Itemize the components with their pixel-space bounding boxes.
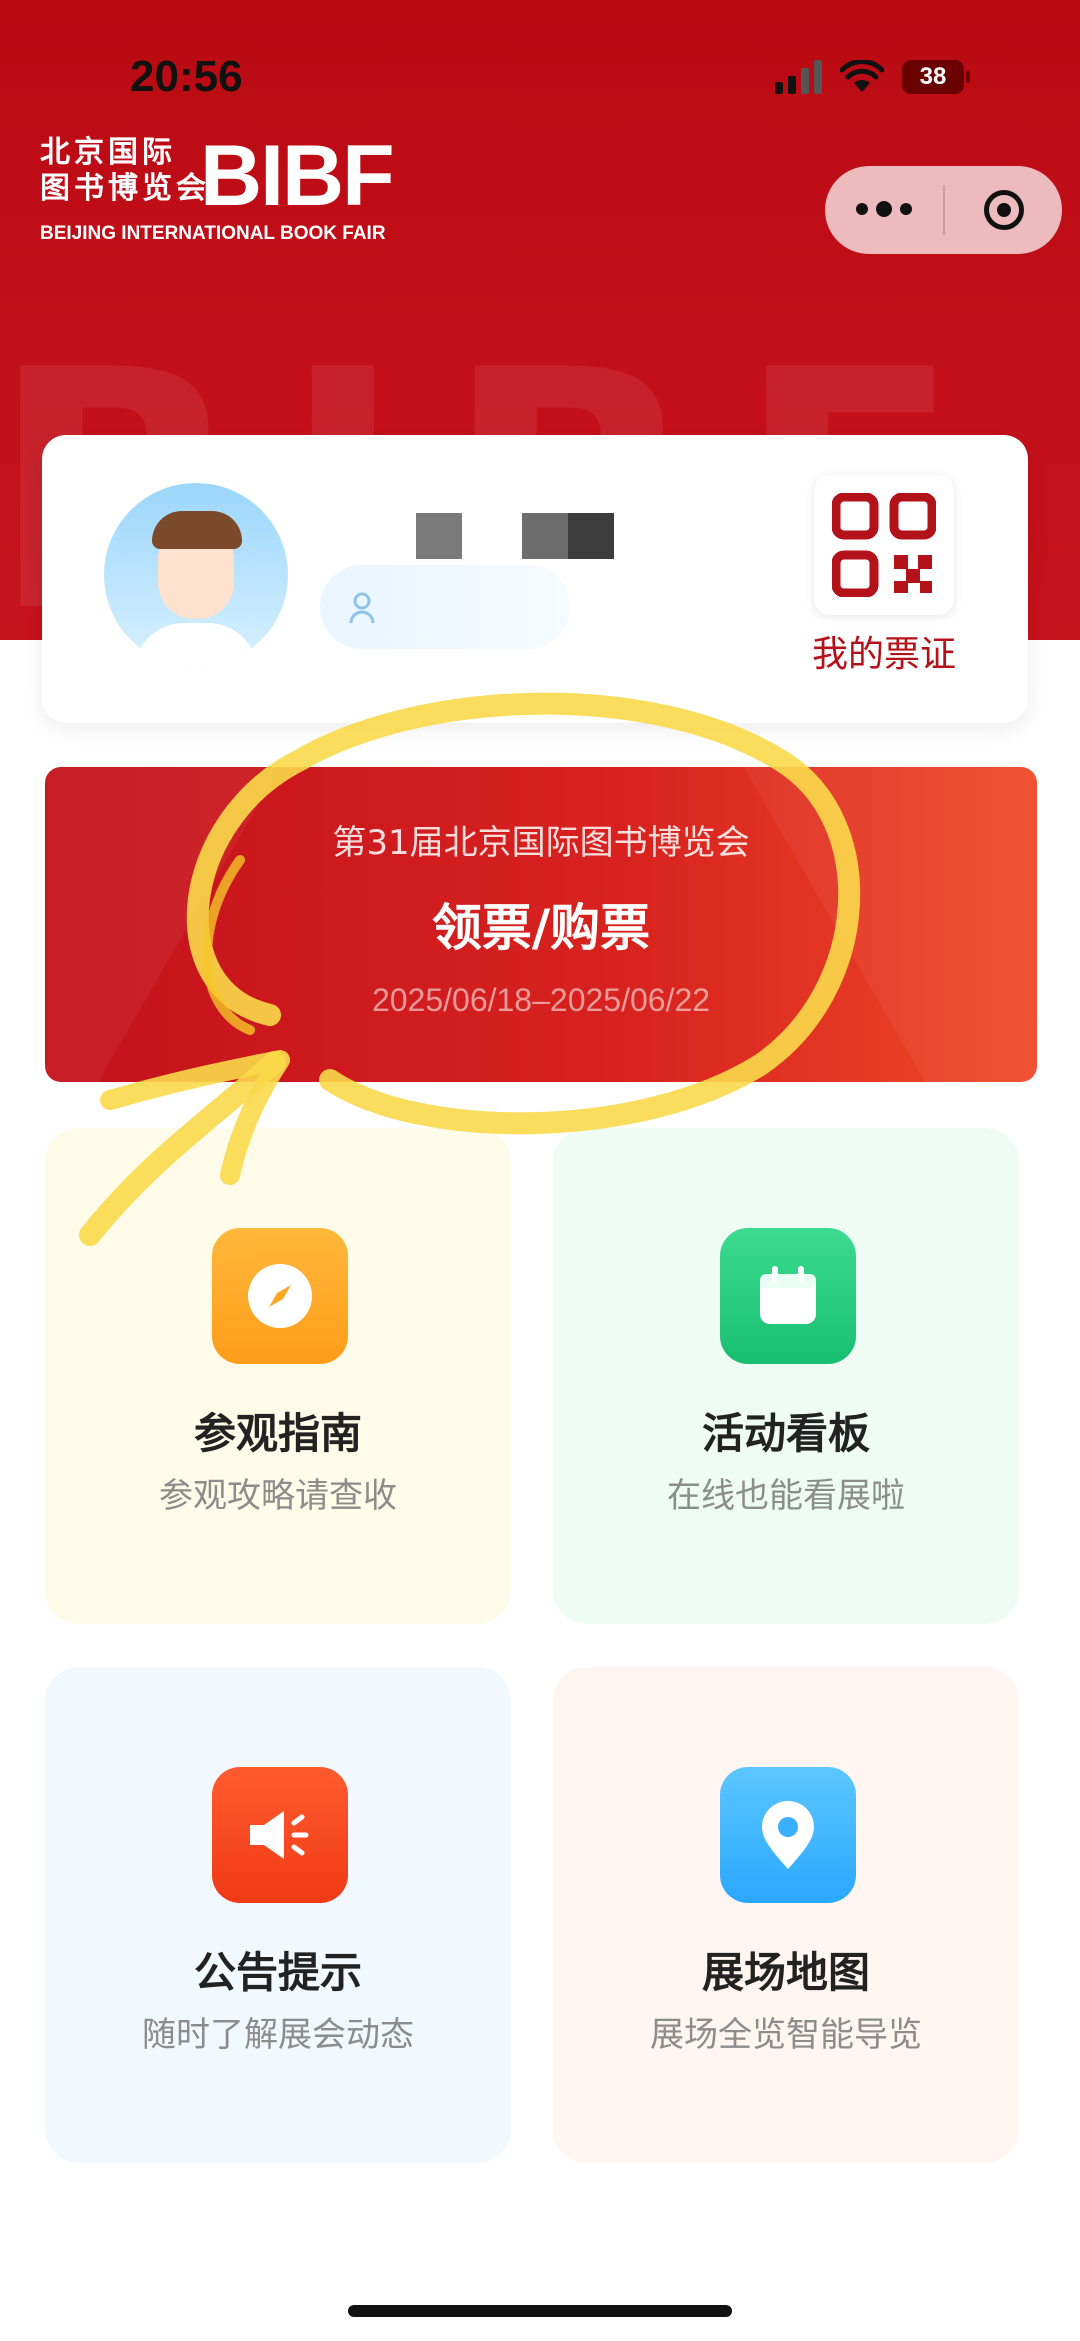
tile-venue-map[interactable]: 展场地图 展场全览智能导览 (553, 1667, 1019, 2163)
tile-subtitle: 展场全览智能导览 (650, 2015, 922, 2055)
status-time: 20:56 (130, 52, 243, 101)
tile-announcements[interactable]: 公告提示 随时了解展会动态 (45, 1667, 511, 2163)
event-dates: 2025/06/18–2025/06/22 (371, 982, 711, 1018)
tile-title: 活动看板 (701, 1409, 870, 1458)
bibf-logo: 北京国际 图书博览会 BIBF BEIJING INTERNATIONAL BO… (40, 128, 395, 244)
calendar-icon (720, 1228, 856, 1364)
map-pin-icon (720, 1767, 856, 1903)
target-close-icon[interactable] (945, 190, 1062, 230)
get-ticket-button[interactable]: 领票/购票 (45, 888, 1037, 960)
home-indicator[interactable] (348, 2305, 732, 2317)
user-icon (349, 592, 375, 624)
logo-cn-line2: 图书博览会 (40, 171, 210, 206)
tile-title: 展场地图 (701, 1948, 870, 1997)
tile-subtitle: 在线也能看展啦 (667, 1476, 905, 1516)
tile-subtitle: 随时了解展会动态 (142, 2015, 414, 2055)
battery-indicator: 38 (902, 60, 970, 94)
qr-code-icon[interactable] (814, 475, 954, 615)
cellular-signal-icon (775, 60, 822, 94)
tile-title: 参观指南 (193, 1409, 362, 1458)
status-icons: 38 (775, 52, 970, 102)
tile-visit-guide[interactable]: 参观指南 参观攻略请查收 (45, 1128, 511, 1624)
event-name: 第31届北京国际图书博览会 (332, 823, 750, 863)
wifi-icon (840, 60, 884, 92)
logo-cn-line1: 北京国际 (40, 135, 176, 170)
miniprogram-capsule (825, 166, 1062, 254)
more-dots-icon[interactable] (825, 201, 943, 217)
megaphone-icon (212, 1767, 348, 1903)
logo-en: BEIJING INTERNATIONAL BOOK FAIR (40, 223, 386, 244)
my-ticket-label[interactable]: 我的票证 (784, 625, 984, 677)
tile-activity-board[interactable]: 活动看板 在线也能看展啦 (553, 1128, 1019, 1624)
profile-card: 我的票证 (42, 435, 1028, 723)
tile-title: 公告提示 (193, 1948, 362, 1997)
user-id-pill[interactable] (320, 565, 570, 649)
logo-mark: BIBF (200, 128, 395, 224)
ticket-banner[interactable]: 第31届北京国际图书博览会 领票/购票 2025/06/18–2025/06/2… (45, 767, 1037, 1082)
redacted-username (372, 513, 614, 559)
tile-subtitle: 参观攻略请查收 (159, 1476, 397, 1516)
compass-icon (212, 1228, 348, 1364)
avatar[interactable] (104, 483, 288, 667)
